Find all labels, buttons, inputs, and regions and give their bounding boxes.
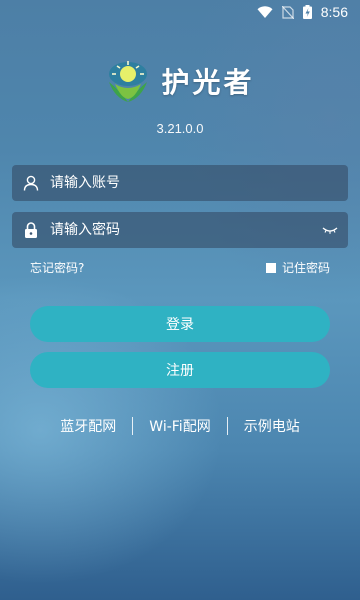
sun-leaf-logo: [109, 61, 148, 102]
bottom-links: 蓝牙配网 Wi-Fi配网 示例电站: [0, 416, 360, 436]
account-input[interactable]: [50, 165, 348, 201]
eye-closed-icon[interactable]: [312, 212, 348, 248]
app-name: 护光者: [161, 66, 255, 99]
bluetooth-setup-link[interactable]: 蓝牙配网: [44, 416, 132, 436]
lock-icon: [12, 212, 50, 248]
password-input[interactable]: [50, 212, 312, 248]
status-time: 8:56: [320, 4, 348, 20]
battery-charging-icon: [302, 5, 312, 19]
forgot-password-link[interactable]: 忘记密码?: [30, 259, 84, 276]
brand-header: 护光者: [0, 58, 360, 104]
register-button[interactable]: 注册: [30, 352, 330, 388]
account-field[interactable]: [12, 165, 348, 201]
demo-station-link[interactable]: 示例电站: [228, 416, 316, 436]
user-icon: [12, 165, 50, 201]
remember-password-label: 记住密码: [281, 261, 330, 275]
wifi-icon: [257, 6, 273, 18]
status-bar: 8:56: [0, 0, 360, 24]
password-field[interactable]: [12, 212, 348, 248]
login-button[interactable]: 登录: [30, 306, 330, 342]
login-options: 忘记密码? 记住密码: [30, 259, 330, 276]
remember-checkbox[interactable]: [265, 262, 276, 273]
wifi-setup-link[interactable]: Wi-Fi配网: [133, 416, 226, 436]
app-version: 3.21.0.0: [156, 121, 204, 136]
no-sim-icon: [281, 5, 294, 19]
remember-password-toggle[interactable]: 记住密码: [265, 259, 330, 276]
